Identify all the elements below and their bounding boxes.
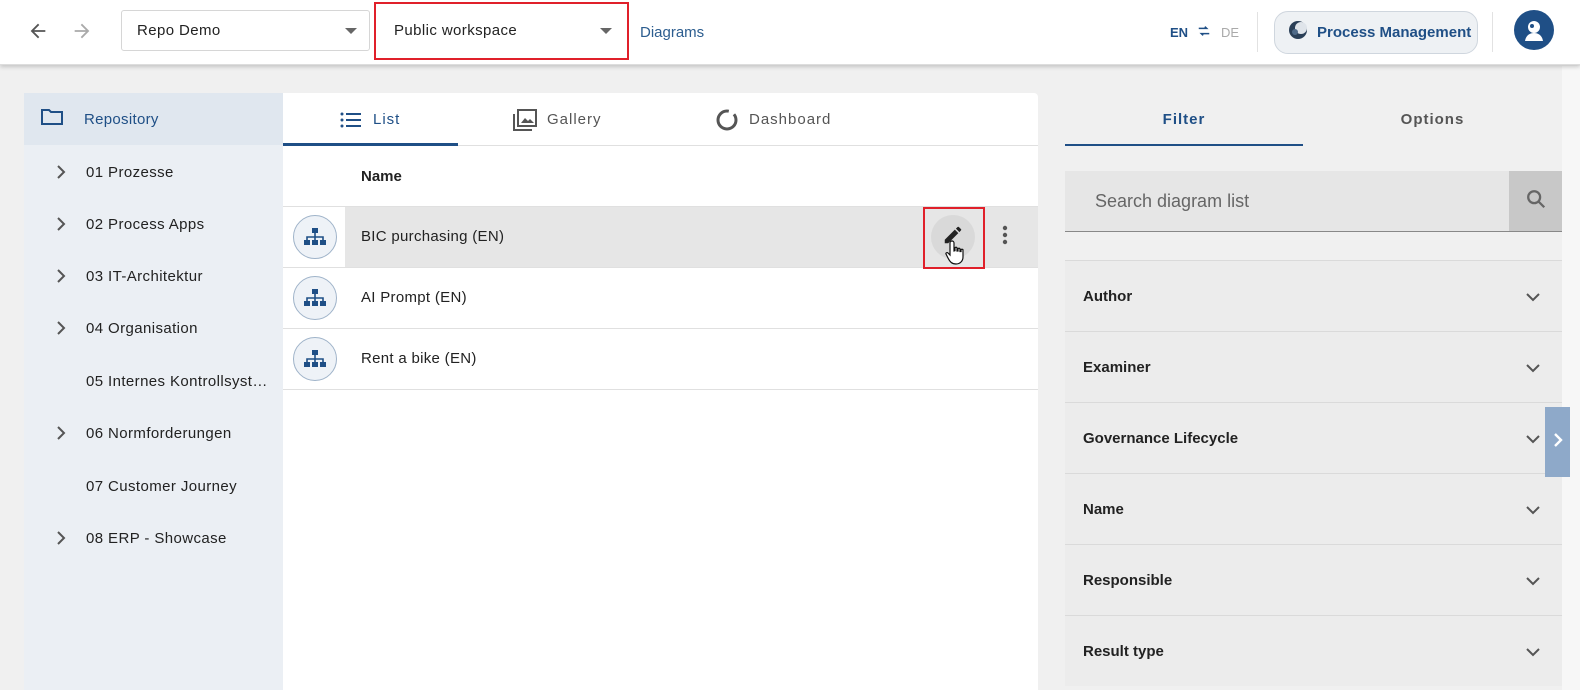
process-management-button[interactable]: Process Management [1274,11,1478,54]
divider [1492,12,1493,52]
sidebar-item-05-internes-kontrollsystem[interactable]: 05 Internes Kontrollsystem [24,361,283,401]
chevron-right-icon[interactable] [54,217,68,231]
filter-responsible[interactable]: Responsible [1065,544,1568,615]
tab-options[interactable]: Options [1303,93,1562,146]
chevron-right-icon[interactable] [54,426,68,440]
sidebar-item-label: 01 Prozesse [86,163,174,181]
chevron-right-icon[interactable] [54,321,68,335]
lang-de[interactable]: DE [1221,25,1239,40]
lang-en[interactable]: EN [1170,25,1188,40]
chevron-down-icon [1526,574,1540,588]
search-box [1065,171,1562,232]
tab-filter[interactable]: Filter [1065,93,1303,146]
chevron-down-icon [1526,645,1540,659]
search-input[interactable] [1065,171,1509,231]
diagram-list-panel: List Gallery Dashboard Name BIC purchasi… [283,93,1038,690]
active-tab-indicator [1065,144,1303,146]
swap-icon[interactable] [1197,24,1211,38]
filter-governance-lifecycle[interactable]: Governance Lifecycle [1065,402,1568,473]
table-row[interactable]: Rent a bike (EN) [283,329,1038,390]
sidebar-item-08-erp-showcase[interactable]: 08 ERP - Showcase [24,518,283,558]
search-icon [1525,188,1547,215]
tab-label: Gallery [547,111,602,128]
sidebar-item-label: 07 Customer Journey [86,477,238,495]
sidebar-item-label: 08 ERP - Showcase [86,529,227,547]
collapse-panel-handle[interactable] [1545,407,1570,477]
top-bar: Repo Demo Public workspace Diagrams EN D… [0,0,1580,65]
chevron-down-icon [1526,361,1540,375]
tab-label: Dashboard [749,111,832,128]
workspace-highlight-box [374,2,629,60]
filter-label: Examiner [1083,359,1151,376]
diagrams-link[interactable]: Diagrams [640,24,704,41]
filter-name[interactable]: Name [1065,473,1568,544]
filter-label: Author [1083,288,1133,305]
forward-arrow-icon[interactable] [69,18,95,44]
tab-gallery[interactable]: Gallery [513,93,602,146]
diagram-name[interactable]: AI Prompt (EN) [361,289,467,306]
sidebar-item-01-prozesse[interactable]: 01 Prozesse [24,152,283,192]
chevron-right-icon[interactable] [54,531,68,545]
active-tab-indicator [283,143,458,146]
filter-panel: Filter Options Author Examiner Governanc… [1065,93,1568,690]
filter-label: Governance Lifecycle [1083,430,1239,447]
gallery-icon [513,108,537,132]
chevron-down-icon [1526,290,1540,304]
filter-examiner[interactable]: Examiner [1065,331,1568,402]
search-button[interactable] [1509,171,1562,231]
sidebar-root-label: Repository [84,110,159,128]
filter-label: Responsible [1083,572,1173,589]
repo-select[interactable]: Repo Demo [121,10,370,51]
sidebar-item-label: 03 IT-Architektur [86,267,203,285]
column-header-name[interactable]: Name [361,168,402,185]
filter-result-type[interactable]: Result type [1065,615,1568,686]
divider [1257,12,1258,52]
org-chart-icon [293,337,337,381]
diagram-name[interactable]: Rent a bike (EN) [361,350,477,367]
panel-edge [1562,66,1580,690]
repo-select-value: Repo Demo [137,22,221,39]
process-management-label: Process Management [1317,24,1472,41]
folder-icon [40,107,64,132]
filter-author[interactable]: Author [1065,260,1568,331]
filter-label: Name [1083,501,1124,518]
diagram-name[interactable]: BIC purchasing (EN) [361,228,504,245]
dashboard-icon [715,108,739,132]
sidebar-item-label: 06 Normforderungen [86,424,232,442]
back-arrow-icon[interactable] [25,18,51,44]
chevron-down-icon [1526,503,1540,517]
sidebar-item-02-process-apps[interactable]: 02 Process Apps [24,204,283,244]
more-options-button[interactable] [995,225,1015,249]
chevron-right-icon[interactable] [54,269,68,283]
filter-label: Result type [1083,643,1164,660]
avatar[interactable] [1514,10,1554,50]
edit-highlight-box [923,207,985,269]
process-management-logo-icon [1287,19,1309,46]
tab-list[interactable]: List [339,93,400,146]
tab-dashboard[interactable]: Dashboard [715,93,831,146]
sidebar-item-label: 04 Organisation [86,319,198,337]
sidebar-item-04-organisation[interactable]: 04 Organisation [24,308,283,348]
org-chart-icon [293,215,337,259]
sidebar-item-03-it-architektur[interactable]: 03 IT-Architektur [24,256,283,296]
table-row[interactable]: AI Prompt (EN) [283,268,1038,329]
more-vertical-icon [1002,225,1008,250]
view-tabs: List Gallery Dashboard [283,93,1038,146]
sidebar-root-repository[interactable]: Repository [24,93,283,145]
table-row[interactable]: BIC purchasing (EN) [283,207,1038,269]
chevron-down-icon [1526,432,1540,446]
tab-label: List [373,111,401,128]
sidebar-item-label: 05 Internes Kontrollsystem [86,372,272,390]
sidebar-item-label: 02 Process Apps [86,215,205,233]
list-icon [339,108,363,132]
chevron-right-icon [1552,432,1564,453]
repository-sidebar: Repository 01 Prozesse 02 Process Apps 0… [24,93,283,690]
chevron-down-icon [345,28,357,34]
chevron-right-icon[interactable] [54,165,68,179]
sidebar-item-07-customer-journey[interactable]: 07 Customer Journey [24,466,283,506]
sidebar-item-06-normforderungen[interactable]: 06 Normforderungen [24,413,283,453]
org-chart-icon [293,276,337,320]
